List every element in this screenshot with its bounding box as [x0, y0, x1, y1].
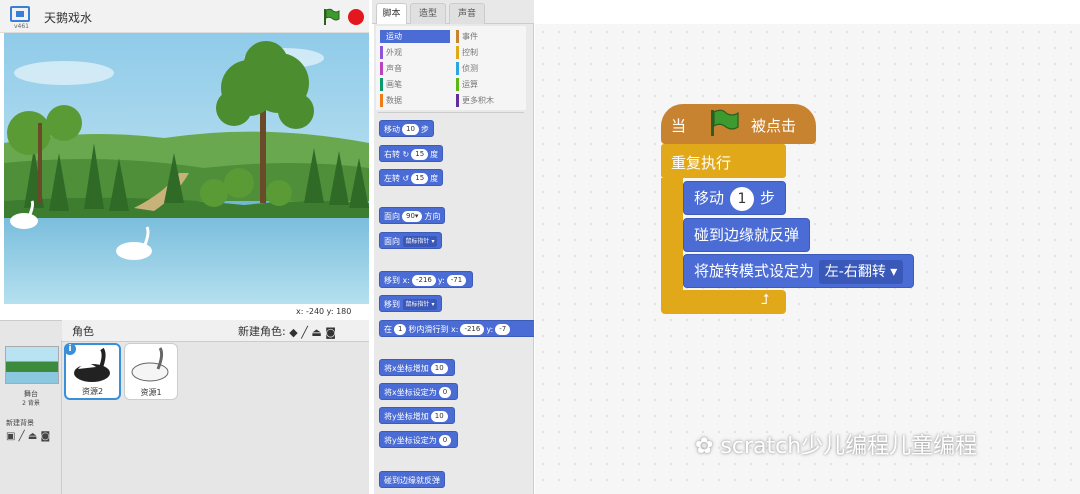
palette-set-y-block[interactable]: 将y坐标设定为 0 [379, 431, 459, 448]
stage-thumbnail[interactable] [5, 346, 59, 384]
paint-brush-icon[interactable]: ╱ [301, 326, 308, 339]
category-0[interactable]: 运动 [380, 30, 450, 43]
when-flag-clicked-block[interactable]: 当 被点击 [661, 104, 816, 144]
wechat-icon: ✿ [695, 434, 714, 459]
palette-change-x-block[interactable]: 将x坐标增加 10 [379, 359, 455, 376]
palette-bounce-block[interactable]: 碰到边缘就反弹 [379, 471, 445, 488]
new-sprite-tools: 新建角色: ◆ ╱ ⏏ ◙ [238, 323, 336, 339]
watermark: ✿ scratch少儿编程儿童编程 [695, 434, 978, 459]
move-steps-block[interactable]: 移动 1 步 [683, 181, 787, 215]
stage-canvas[interactable] [4, 33, 369, 304]
palette-turn-left-block[interactable]: 左转 ↺ 15 度 [379, 169, 444, 186]
category-4[interactable]: 声音 [380, 62, 450, 75]
category-9[interactable]: 更多积木 [456, 94, 526, 107]
category-8[interactable]: 数据 [380, 94, 450, 107]
move-steps-input[interactable]: 1 [730, 186, 755, 211]
forever-label: 重复执行 [671, 154, 732, 172]
rotation-style-dropdown[interactable]: 左-右翻转 ▾ [818, 259, 904, 284]
rotate-right-icon: ↻ [402, 150, 410, 159]
palette-divider [378, 112, 524, 113]
category-2[interactable]: 外观 [380, 46, 450, 59]
mouse-coords: x: -240 y: 180 [296, 307, 352, 316]
green-flag-icon [711, 109, 739, 136]
set-rotation-style-block[interactable]: 将旋转模式设定为 左-右翻转 ▾ [683, 254, 915, 288]
category-5[interactable]: 侦测 [456, 62, 526, 75]
green-flag-icon[interactable] [322, 8, 340, 26]
palette-goto-block[interactable]: 移到 鼠标指针 ▾ [379, 295, 443, 312]
rotate-left-icon: ↺ [402, 174, 410, 183]
palette-move-block[interactable]: 移动 10 步 [379, 120, 434, 137]
palette-change-y-block[interactable]: 将y坐标增加 10 [379, 407, 455, 424]
bounce-block[interactable]: 碰到边缘就反弹 [683, 218, 811, 252]
sprite-thumb[interactable]: 资源1 [124, 343, 178, 400]
palette-goto-xy-block[interactable]: 移到 x: -216 y: -71 [379, 271, 474, 288]
forever-arm [661, 178, 683, 290]
sprite-name: 资源1 [140, 388, 162, 397]
tab-costumes[interactable]: 造型 [410, 3, 446, 24]
forever-block[interactable]: 重复执行 [661, 144, 786, 178]
camera-icon[interactable]: ◙ [325, 326, 336, 339]
category-1[interactable]: 事件 [456, 30, 526, 43]
lake-scene [4, 33, 369, 304]
sprites-label: 角色 [72, 325, 94, 338]
category-3[interactable]: 控制 [456, 46, 526, 59]
new-backdrop: 新建背景 ▣ ╱ ⏏ ◙ [6, 418, 50, 443]
version-label: v461 [14, 23, 30, 30]
camera-backdrop-icon[interactable]: ◙ [41, 431, 51, 442]
backdrop-count: 2 背景 [22, 400, 40, 407]
forever-bottom: ⮥ [661, 290, 786, 314]
hat-label-pre: 当 [671, 117, 687, 135]
new-backdrop-label: 新建背景 [6, 419, 34, 427]
fullscreen-icon[interactable] [10, 6, 30, 22]
swan-white-image [131, 347, 169, 382]
hat-label-post: 被点击 [751, 117, 797, 135]
category-7[interactable]: 运算 [456, 78, 526, 91]
sprite-name: 资源2 [81, 387, 104, 396]
info-icon[interactable]: i [64, 343, 76, 355]
tab-sounds[interactable]: 声音 [449, 3, 485, 24]
loop-arrow-icon: ⮥ [761, 292, 770, 308]
upload-backdrop-icon[interactable]: ⏏ [28, 431, 37, 442]
scripts-top-bar [535, 0, 1080, 24]
choose-backdrop-icon[interactable]: ▣ [6, 431, 15, 442]
project-title[interactable]: 天鹅戏水 [44, 9, 92, 26]
palette-glide-block[interactable]: 在 1 秒内滑行到 x: -216 y: -7 [379, 320, 534, 337]
palette-set-x-block[interactable]: 将x坐标设定为 0 [379, 383, 459, 400]
palette-turn-right-block[interactable]: 右转 ↻ 15 度 [379, 145, 444, 162]
palette-point-direction-block[interactable]: 面向 90▾ 方向 [379, 207, 446, 224]
tab-scripts[interactable]: 脚本 [376, 3, 407, 24]
palette-point-towards-block[interactable]: 面向 鼠标指针 ▾ [379, 232, 443, 249]
choose-sprite-icon[interactable]: ◆ [289, 326, 297, 339]
paint-backdrop-icon[interactable]: ╱ [19, 431, 25, 442]
new-sprite-label: 新建角色: [238, 325, 286, 338]
category-6[interactable]: 画笔 [380, 78, 450, 91]
stop-icon[interactable] [348, 9, 364, 25]
upload-icon[interactable]: ⏏ [311, 326, 321, 339]
